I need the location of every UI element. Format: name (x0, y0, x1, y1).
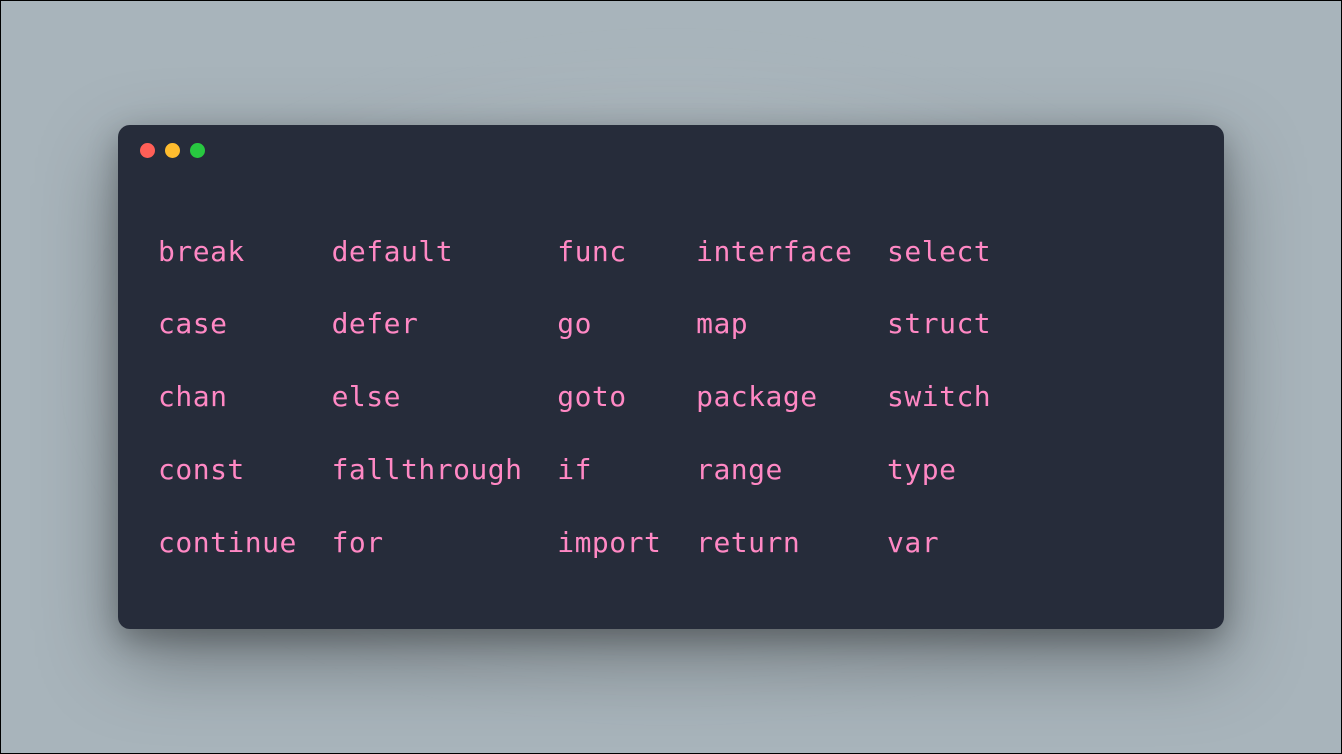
minimize-button[interactable] (165, 143, 180, 158)
terminal-window: break default func interface select case… (118, 125, 1224, 630)
titlebar (118, 125, 1224, 158)
keyword-row: break default func interface select (158, 235, 991, 268)
zoom-button[interactable] (190, 143, 205, 158)
close-button[interactable] (140, 143, 155, 158)
code-content: break default func interface select case… (118, 158, 1224, 630)
keyword-row: chan else goto package switch (158, 380, 991, 413)
keyword-row: const fallthrough if range type (158, 453, 956, 486)
keyword-row: case defer go map struct (158, 307, 991, 340)
keyword-row: continue for import return var (158, 526, 939, 559)
